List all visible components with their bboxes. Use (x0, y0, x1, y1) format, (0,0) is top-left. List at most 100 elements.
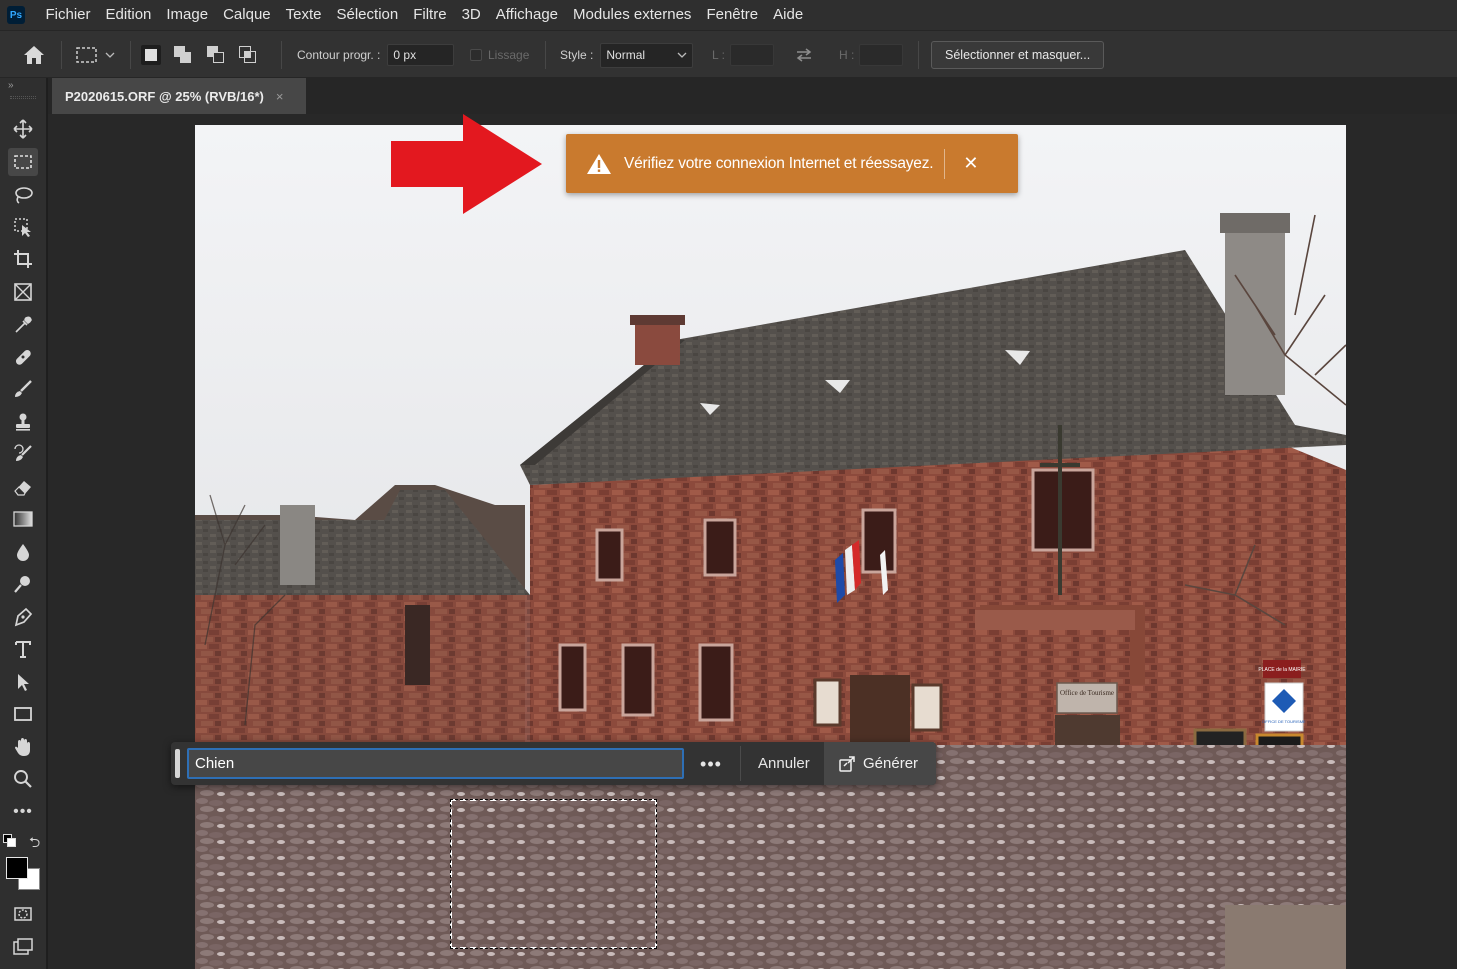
feather-value: 0 px (393, 48, 417, 62)
menu-texte[interactable]: Texte (278, 0, 329, 30)
eyedropper-icon (15, 316, 32, 333)
type-tool[interactable] (8, 635, 38, 663)
crop-tool[interactable] (8, 245, 38, 273)
document-tab[interactable]: P2020615.ORF @ 25% (RVB/16*) × (52, 78, 306, 114)
blur-tool[interactable] (8, 538, 38, 566)
drop-icon (17, 544, 29, 561)
rect-marquee-icon (76, 47, 97, 63)
photoshop-logo-icon: Ps (7, 6, 25, 24)
toast-divider (944, 148, 946, 179)
path-selection-tool[interactable] (8, 668, 38, 696)
eyedropper-tool[interactable] (8, 311, 38, 339)
antialias-checkbox[interactable]: Lissage (470, 31, 529, 79)
document-canvas[interactable]: Office de Tourisme PLACE de la MAIRIE OF… (195, 125, 1346, 969)
tools-panel: » ••• ⮌ (0, 78, 47, 969)
quick-mask-button[interactable] (8, 900, 38, 928)
intersect-selection-button[interactable] (238, 45, 258, 65)
menu-aide[interactable]: Aide (766, 0, 811, 30)
arrow-cursor-icon (18, 674, 29, 691)
divider (740, 746, 741, 781)
menu-selection[interactable]: Sélection (329, 0, 406, 30)
style-select[interactable]: Normal (600, 42, 694, 68)
gradient-icon (13, 511, 33, 527)
menu-3d[interactable]: 3D (454, 0, 488, 30)
menu-fenetre[interactable]: Fenêtre (699, 0, 766, 30)
type-icon (15, 641, 31, 658)
width-input[interactable] (729, 44, 774, 66)
cancel-button[interactable]: Annuler (749, 748, 819, 779)
collapse-panel-icon[interactable]: » (8, 80, 14, 91)
pen-tool[interactable] (8, 603, 38, 631)
menu-fichier[interactable]: Fichier (38, 0, 98, 30)
swap-dimensions-button[interactable] (794, 31, 814, 79)
frame-tool[interactable] (8, 278, 38, 306)
selection-marquee[interactable] (450, 799, 657, 949)
eraser-icon (14, 481, 31, 496)
more-options-button[interactable]: ••• (698, 750, 724, 778)
foreground-color-swatch[interactable] (6, 857, 28, 879)
stamp-icon (16, 413, 30, 431)
edit-toolbar-button[interactable]: ••• (8, 798, 38, 826)
crop-icon (14, 250, 32, 268)
new-selection-button[interactable] (141, 45, 161, 65)
brush-tool[interactable] (8, 375, 38, 403)
rect-marquee-icon (14, 155, 32, 169)
photo-village-town-hall: Office de Tourisme PLACE de la MAIRIE OF… (195, 125, 1346, 969)
lasso-icon (15, 187, 33, 204)
eraser-tool[interactable] (8, 473, 38, 501)
ot-sign-text: OFFICE DE TOURISME (1262, 719, 1306, 724)
hand-tool[interactable] (8, 733, 38, 761)
gradient-tool[interactable] (8, 505, 38, 533)
antialias-label: Lissage (488, 48, 530, 62)
warning-icon (587, 153, 611, 174)
menu-image[interactable]: Image (159, 0, 216, 30)
menu-edition[interactable]: Edition (98, 0, 159, 30)
swap-colors-icon[interactable]: ⮌ (29, 832, 40, 856)
rectangle-tool[interactable] (8, 700, 38, 728)
healing-brush-tool[interactable] (8, 343, 38, 371)
toast-message: Vérifiez votre connexion Internet et rée… (624, 154, 934, 172)
menu-modules-externes[interactable]: Modules externes (566, 0, 699, 30)
bandage-icon (15, 349, 31, 365)
move-tool[interactable] (8, 115, 38, 143)
document-tab-strip: P2020615.ORF @ 25% (RVB/16*) × (48, 78, 1457, 114)
document-tab-title: P2020615.ORF @ 25% (RVB/16*) (65, 88, 264, 104)
subtract-from-selection-button[interactable] (206, 45, 226, 65)
options-bar: Contour progr. : 0 px Lissage Style : No… (0, 30, 1457, 78)
history-brush-tool[interactable] (8, 440, 38, 468)
selection-mode-group (141, 31, 258, 79)
select-and-mask-button[interactable]: Sélectionner et masquer... (931, 41, 1105, 69)
generate-button[interactable]: Générer (824, 742, 936, 785)
rectangle-icon (14, 707, 32, 721)
object-selection-tool[interactable] (8, 213, 38, 241)
connection-error-toast: Vérifiez votre connexion Internet et rée… (566, 134, 1018, 193)
home-button[interactable] (22, 31, 46, 79)
lasso-tool[interactable] (8, 181, 38, 209)
menu-affichage[interactable]: Affichage (488, 0, 565, 30)
rectangular-marquee-tool[interactable] (8, 148, 38, 176)
hand-icon (15, 738, 30, 756)
close-tab-icon[interactable]: × (276, 89, 284, 104)
dodge-tool[interactable] (8, 570, 38, 598)
prompt-input[interactable] (187, 748, 684, 779)
add-to-selection-button[interactable] (173, 45, 193, 65)
generate-icon (839, 755, 855, 772)
marquee-preset-picker[interactable] (75, 31, 115, 79)
style-label: Style : (560, 48, 594, 62)
height-input[interactable] (859, 44, 904, 66)
clone-stamp-tool[interactable] (8, 408, 38, 436)
feather-input[interactable]: 0 px (387, 44, 455, 66)
grip-icon[interactable] (10, 96, 36, 99)
office-sign-text: Office de Tourisme (1060, 689, 1114, 697)
generate-label: Générer (863, 755, 919, 772)
zoom-tool[interactable] (8, 765, 38, 793)
default-colors-icon[interactable] (3, 834, 17, 848)
chevron-down-icon (677, 52, 687, 58)
drag-handle[interactable] (175, 749, 180, 778)
move-icon (13, 119, 33, 139)
menu-filtre[interactable]: Filtre (406, 0, 454, 30)
menu-calque[interactable]: Calque (216, 0, 279, 30)
close-toast-icon[interactable]: ✕ (963, 153, 978, 174)
height-label: H : (839, 48, 855, 62)
screen-mode-button[interactable] (8, 933, 38, 961)
